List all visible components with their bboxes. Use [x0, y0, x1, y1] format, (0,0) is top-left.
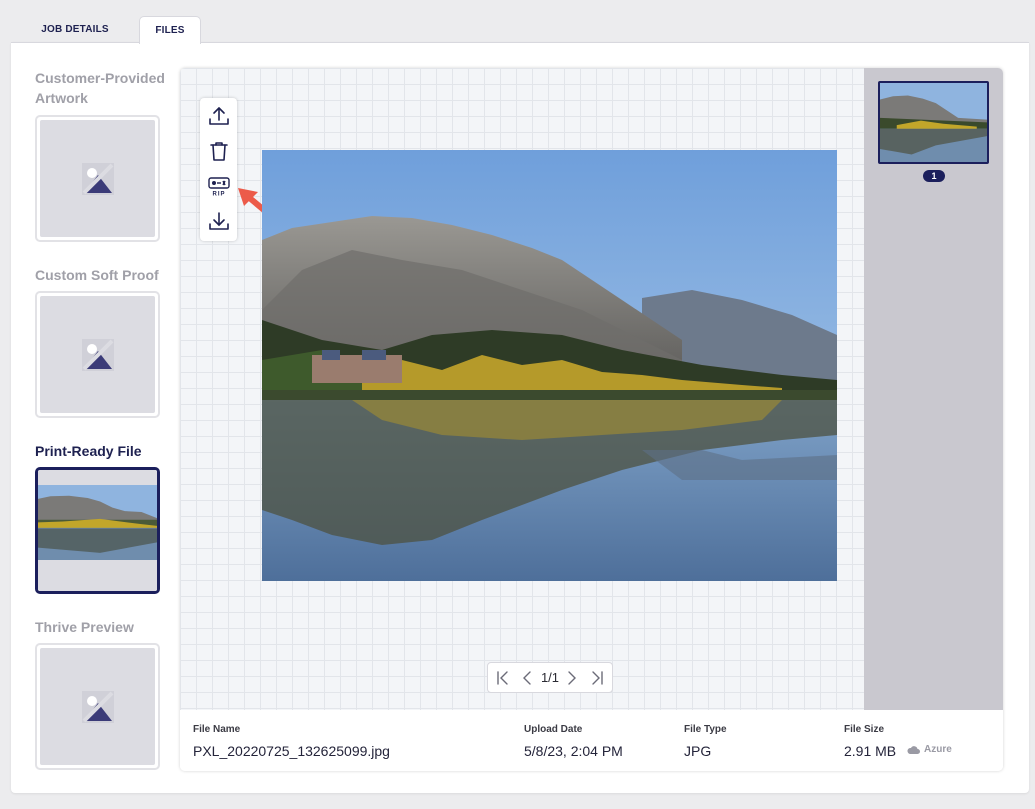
tab-files[interactable]: FILES [139, 16, 201, 44]
sidebar-label-customer-artwork: Customer-Provided Artwork [35, 70, 165, 106]
file-type-label: File Type [684, 724, 727, 735]
first-page-button[interactable] [492, 667, 514, 689]
upload-date-label: Upload Date [524, 724, 583, 735]
rip-icon: RIP [207, 176, 230, 197]
cloud-icon [907, 746, 920, 754]
preview-canvas: RIP 1/1 [180, 68, 864, 710]
trash-icon [209, 141, 228, 161]
storage-label: Azure [924, 744, 952, 755]
delete-button[interactable] [200, 133, 237, 168]
tab-bar: JOB DETAILS FILES [11, 16, 201, 44]
upload-button[interactable] [200, 98, 237, 133]
file-viewer: RIP 1/1 1 File Name PXL_20220725_1326250… [180, 68, 1003, 771]
sidebar-label-thrive-preview: Thrive Preview [35, 619, 134, 635]
no-image-icon [81, 338, 114, 371]
sidebar-label-soft-proof: Custom Soft Proof [35, 267, 159, 283]
thrive-preview-slot[interactable] [35, 643, 160, 770]
download-icon [208, 211, 229, 230]
page-thumbnail-strip: 1 [864, 68, 1003, 710]
print-ready-slot[interactable] [35, 467, 160, 594]
page-indicator: 1/1 [540, 670, 560, 685]
prev-page-button[interactable] [516, 667, 538, 689]
file-size-value: 2.91 MB [844, 743, 897, 759]
no-image-icon [81, 690, 114, 723]
file-preview-image [262, 150, 837, 581]
storage-badge: Azure [907, 744, 952, 755]
page-thumbnail[interactable] [878, 81, 989, 164]
page-thumbnail-image [880, 83, 987, 162]
page-navigator: 1/1 [487, 662, 613, 693]
rip-label: RIP [212, 191, 225, 197]
file-size-label: File Size [844, 724, 885, 735]
files-panel: Customer-Provided Artwork Custom Soft Pr… [11, 42, 1029, 793]
file-info-bar: File Name PXL_20220725_132625099.jpg Upl… [180, 710, 1003, 771]
chevron-right-icon [568, 670, 577, 685]
chevron-left-icon [523, 670, 532, 685]
print-ready-thumbnail [38, 485, 157, 560]
last-page-icon [592, 670, 603, 685]
upload-date-value: 5/8/23, 2:04 PM [524, 743, 623, 759]
page-number-badge: 1 [923, 170, 945, 182]
tab-job-details[interactable]: JOB DETAILS [11, 16, 139, 43]
upload-icon [208, 106, 229, 125]
next-page-button[interactable] [561, 667, 583, 689]
file-type-value: JPG [684, 743, 712, 759]
customer-artwork-slot[interactable] [35, 115, 160, 242]
sidebar-label-print-ready: Print-Ready File [35, 443, 142, 459]
first-page-icon [497, 670, 508, 685]
file-name-label: File Name [193, 724, 241, 735]
soft-proof-slot[interactable] [35, 291, 160, 418]
last-page-button[interactable] [586, 667, 608, 689]
file-name-value: PXL_20220725_132625099.jpg [193, 743, 390, 759]
no-image-icon [81, 162, 114, 195]
